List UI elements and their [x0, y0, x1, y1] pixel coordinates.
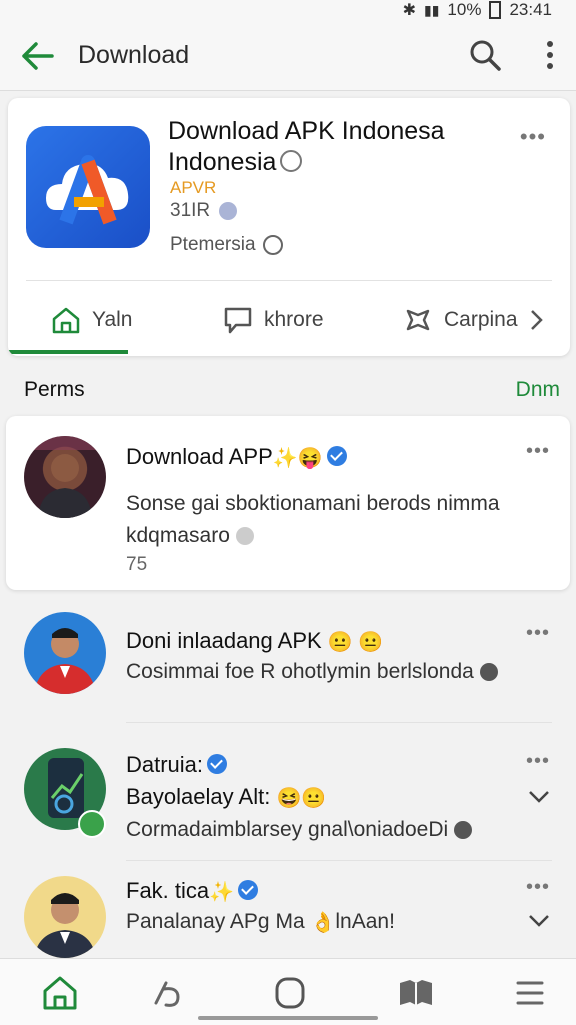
nav-home-icon[interactable]: [40, 973, 80, 1013]
avatar[interactable]: [24, 612, 106, 694]
bluetooth-icon: ✱: [402, 2, 416, 19]
status-bar: ✱ ▮▮ 10% 23:41: [0, 0, 576, 22]
section-title: Perms: [24, 378, 85, 401]
sparkle-icon: ✨: [209, 881, 235, 904]
chevron-down-icon[interactable]: [528, 914, 550, 928]
post-author: Fak. tica✨: [126, 878, 259, 905]
post-author: Download APP✨😝: [126, 444, 347, 471]
section-link[interactable]: Dnm: [516, 378, 560, 402]
verified-icon: [280, 150, 303, 173]
post-author: Doni inlaadang APK 😐 😐: [126, 628, 384, 654]
home-indicator[interactable]: [198, 1016, 378, 1020]
more-horiz-icon[interactable]: •••: [526, 440, 550, 463]
like-count: 75: [126, 554, 148, 575]
app-title: Download APK Indonesa Indonesia: [168, 117, 445, 176]
app-card: Download APK Indonesa Indonesia ••• APVR…: [8, 98, 570, 356]
emoji-icon: 😆😐: [276, 787, 327, 810]
comment-icon: [224, 307, 252, 334]
verified-icon: [207, 754, 228, 775]
hand-icon: 👌: [310, 912, 336, 934]
battery-icon: [489, 1, 502, 19]
battery-level: 10%: [447, 0, 482, 19]
top-app-bar: Download: [0, 22, 576, 91]
divider: [26, 280, 552, 281]
app-icon[interactable]: [26, 126, 150, 248]
emoji-icon: [454, 821, 473, 840]
avatar[interactable]: [24, 436, 106, 518]
post-text: Cosimmai foe R ohotlymin berlslonda: [126, 660, 498, 684]
verified-icon: [326, 446, 347, 467]
heart-icon: [479, 663, 498, 682]
chevron-right-icon: [530, 310, 543, 330]
active-tab-indicator: [8, 350, 128, 354]
more-horiz-icon[interactable]: •••: [526, 876, 550, 899]
post-text: Cormadaimblarsey gnal\oniadoeDi: [126, 818, 473, 842]
avatar[interactable]: [24, 876, 106, 958]
emoji-icon: [235, 527, 254, 546]
more-horiz-icon[interactable]: •••: [526, 622, 550, 645]
app-developer[interactable]: APVR: [170, 178, 216, 198]
post-text: Panalanay APg Ma 👌lnAan!: [126, 910, 395, 934]
app-size: 31IR: [170, 200, 238, 222]
info-icon: [219, 201, 238, 220]
check-badge-icon: [78, 810, 106, 838]
signal-icon: ▮▮: [424, 1, 440, 18]
divider: [126, 860, 552, 861]
tab-home[interactable]: Yaln: [50, 302, 132, 338]
tab-comments[interactable]: khrore: [222, 302, 324, 338]
post-subtitle: Bayolaelay Alt: 😆😐: [126, 784, 327, 810]
more-horiz-icon[interactable]: •••: [526, 750, 550, 773]
clock: 23:41: [509, 0, 552, 19]
app-category: Ptemersia: [170, 234, 283, 256]
back-arrow-icon[interactable]: [20, 40, 56, 72]
nav-discover-icon[interactable]: [148, 973, 188, 1013]
chevron-down-icon[interactable]: [528, 790, 550, 804]
more-vert-icon[interactable]: [542, 38, 558, 74]
post-text: kdqmasaro: [126, 524, 254, 548]
emoji-icon: 😐 😐: [327, 631, 384, 654]
sparkle-icon: ✨😝: [272, 447, 323, 470]
verified-icon: [238, 880, 259, 901]
nav-library-icon[interactable]: [396, 973, 436, 1013]
divider: [126, 722, 552, 723]
more-horiz-icon[interactable]: •••: [520, 124, 546, 150]
share-icon: [406, 309, 430, 331]
tab-share[interactable]: Carpina: [402, 302, 544, 338]
post-text: Sonse gai sboktionamani berods nimma: [126, 492, 500, 515]
post-author: Datruia:: [126, 752, 228, 778]
search-icon[interactable]: [468, 38, 502, 72]
home-outline-icon: [52, 307, 80, 334]
nav-apps-icon[interactable]: [270, 973, 310, 1013]
bottom-nav: [0, 958, 576, 1025]
page-title: Download: [78, 41, 190, 69]
settings-icon: [262, 234, 283, 255]
nav-menu-icon[interactable]: [510, 973, 550, 1013]
